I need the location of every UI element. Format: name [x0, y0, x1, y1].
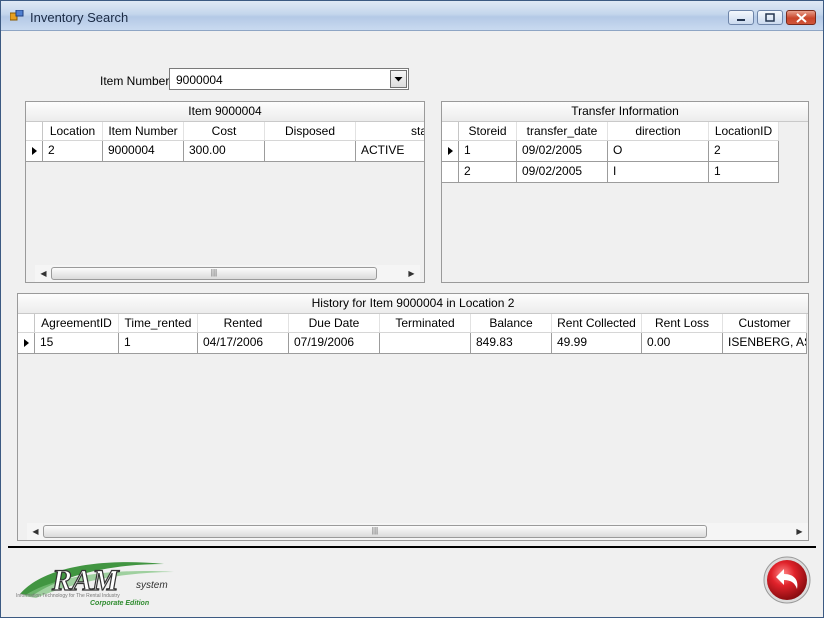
row-selector[interactable]	[26, 141, 43, 162]
table-cell[interactable]: 849.83	[471, 333, 552, 354]
column-header[interactable]: Disposed	[265, 122, 356, 140]
history-grid: History for Item 9000004 in Location 2 A…	[17, 293, 809, 541]
item-number-combo[interactable]: 9000004	[169, 68, 409, 90]
item-grid-header: Location Item Number Cost Disposed statu…	[26, 122, 424, 141]
row-selector[interactable]	[18, 333, 35, 354]
column-header[interactable]: Cost	[184, 122, 265, 140]
column-header[interactable]: LocationID	[709, 122, 779, 140]
close-button[interactable]	[786, 10, 816, 25]
column-header[interactable]: transfer_date	[517, 122, 608, 140]
transfer-grid-caption: Transfer Information	[442, 102, 808, 122]
current-row-icon	[32, 147, 37, 155]
form-content: Item Number: 9000004 Item 9000004 Locati…	[8, 31, 816, 611]
column-header[interactable]: Time_rented	[119, 314, 198, 332]
title-bar: Inventory Search	[1, 1, 823, 31]
footer-divider	[8, 546, 816, 548]
history-grid-caption: History for Item 9000004 in Location 2	[18, 294, 808, 314]
item-grid-caption: Item 9000004	[26, 102, 424, 122]
table-cell[interactable]	[380, 333, 471, 354]
current-row-icon	[24, 339, 29, 347]
table-cell[interactable]: O	[608, 141, 709, 162]
chevron-down-icon	[394, 77, 403, 82]
combo-dropdown-button[interactable]	[390, 70, 407, 88]
table-cell[interactable]: 2	[709, 141, 779, 162]
column-header[interactable]: Customer	[723, 314, 807, 332]
column-header[interactable]: Rented	[198, 314, 289, 332]
back-button[interactable]	[762, 555, 812, 605]
column-header[interactable]: status	[356, 122, 424, 140]
item-grid: Item 9000004 Location Item Number Cost D…	[25, 101, 425, 283]
column-header[interactable]: Terminated	[380, 314, 471, 332]
table-cell[interactable]: 1	[459, 141, 517, 162]
minimize-icon	[737, 18, 745, 21]
current-row-icon	[448, 147, 453, 155]
history-grid-hscrollbar[interactable]: ◀ ||| ▶	[27, 523, 808, 540]
app-icon	[10, 10, 24, 21]
column-header[interactable]: Location	[43, 122, 103, 140]
table-cell[interactable]: 300.00	[184, 141, 265, 162]
table-cell[interactable]: 07/19/2006	[289, 333, 380, 354]
table-row[interactable]: 2 9000004 300.00 ACTIVE	[26, 141, 424, 162]
scroll-thumb[interactable]: |||	[51, 267, 377, 280]
minimize-button[interactable]	[728, 10, 754, 25]
scroll-right-icon[interactable]: ▶	[791, 523, 808, 540]
transfer-grid-header: Storeid transfer_date direction Location…	[442, 122, 779, 141]
column-header[interactable]: Item Number	[103, 122, 184, 140]
table-cell[interactable]: 1	[709, 162, 779, 183]
row-header-corner	[18, 314, 35, 332]
table-cell[interactable]: 1	[119, 333, 198, 354]
column-header[interactable]: Rent Collected	[552, 314, 642, 332]
item-grid-hscrollbar[interactable]: ◀ ||| ▶	[35, 265, 420, 282]
scroll-right-icon[interactable]: ▶	[403, 265, 420, 282]
item-number-label: Item Number:	[100, 74, 173, 88]
window-title: Inventory Search	[30, 10, 129, 25]
column-header[interactable]: Due Date	[289, 314, 380, 332]
history-grid-header: AgreementID Time_rented Rented Due Date …	[18, 314, 807, 333]
inventory-search-window: Inventory Search Item Number: 9000004 It…	[0, 0, 824, 618]
column-header[interactable]: Balance	[471, 314, 552, 332]
table-cell[interactable]: 09/02/2005	[517, 141, 608, 162]
logo-edition: Corporate Edition	[90, 600, 149, 607]
table-cell[interactable]	[265, 141, 356, 162]
maximize-icon	[765, 13, 775, 22]
close-icon	[795, 12, 807, 23]
logo-suffix: system	[136, 580, 168, 591]
table-cell[interactable]: ISENBERG, ASI	[723, 333, 807, 354]
table-row[interactable]: 1 09/02/2005 O 2	[442, 141, 779, 162]
scroll-left-icon[interactable]: ◀	[35, 265, 52, 282]
column-header[interactable]: direction	[608, 122, 709, 140]
table-cell[interactable]: 0.00	[642, 333, 723, 354]
table-cell[interactable]: 2	[43, 141, 103, 162]
table-cell[interactable]: I	[608, 162, 709, 183]
row-selector[interactable]	[442, 162, 459, 183]
scroll-thumb[interactable]: |||	[43, 525, 707, 538]
item-number-value: 9000004	[176, 73, 223, 87]
table-row[interactable]: 2 09/02/2005 I 1	[442, 162, 779, 183]
maximize-button[interactable]	[757, 10, 783, 25]
logo-tagline: Information Technology for The Rental In…	[16, 593, 120, 599]
column-header[interactable]: Rent Loss	[642, 314, 723, 332]
scroll-left-icon[interactable]: ◀	[27, 523, 44, 540]
table-cell[interactable]: 49.99	[552, 333, 642, 354]
table-cell[interactable]: 04/17/2006	[198, 333, 289, 354]
row-header-corner	[26, 122, 43, 140]
column-header[interactable]: Storeid	[459, 122, 517, 140]
table-cell[interactable]: ACTIVE	[356, 141, 424, 162]
table-cell[interactable]: 9000004	[103, 141, 184, 162]
table-cell[interactable]: 2	[459, 162, 517, 183]
table-row[interactable]: 15 1 04/17/2006 07/19/2006 849.83 49.99 …	[18, 333, 807, 354]
column-header[interactable]: AgreementID	[35, 314, 119, 332]
table-cell[interactable]: 09/02/2005	[517, 162, 608, 183]
table-cell[interactable]: 15	[35, 333, 119, 354]
row-selector[interactable]	[442, 141, 459, 162]
transfer-grid: Transfer Information Storeid transfer_da…	[441, 101, 809, 283]
row-header-corner	[442, 122, 459, 140]
ram-system-logo: RAM system Information Technology for Th…	[16, 562, 174, 607]
